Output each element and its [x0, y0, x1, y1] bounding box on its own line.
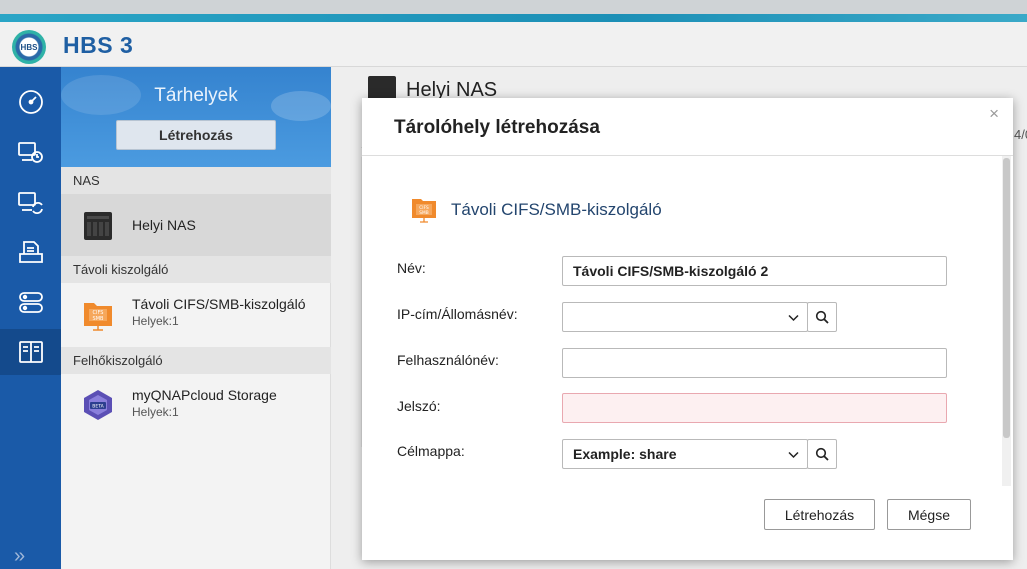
nas-icon	[84, 212, 112, 240]
cifs-smb-icon: CIFS SMB	[84, 303, 112, 331]
entry-name: Távoli CIFS/SMB-kiszolgáló	[132, 296, 306, 312]
svg-text:BETA: BETA	[92, 404, 104, 410]
restore-icon	[18, 241, 43, 263]
rail-item-storage-spaces[interactable]	[0, 329, 61, 375]
dialog-scrollbar-thumb[interactable]	[1003, 158, 1010, 438]
cancel-button[interactable]: Mégse	[887, 499, 971, 530]
entry-name: Helyi NAS	[132, 217, 196, 233]
sync-icon	[17, 192, 43, 214]
rail-item-services[interactable]	[0, 279, 61, 325]
svg-text:SMB: SMB	[93, 316, 104, 322]
close-icon[interactable]: ×	[989, 104, 999, 124]
app-title: HBS 3	[63, 32, 134, 58]
create-storage-button[interactable]: Létrehozás	[116, 120, 276, 150]
host-dropdown[interactable]	[562, 302, 808, 332]
myqnapcloud-icon: BETA	[84, 390, 112, 420]
window-accent-bar	[0, 14, 1027, 22]
create-button[interactable]: Létrehozás	[764, 499, 875, 530]
username-label: Felhasználónév:	[397, 352, 499, 368]
dialog-header: Tárolóhely létrehozása ×	[362, 98, 1013, 156]
username-field[interactable]	[562, 348, 947, 378]
create-storage-dialog: Tárolóhely létrehozása × CIFS SMB Távoli…	[362, 98, 1013, 560]
storage-entry-myqnapcloud[interactable]: BETA myQNAPcloud Storage Helyek:1	[61, 374, 331, 436]
name-field[interactable]	[562, 256, 947, 286]
storage-spaces-icon	[18, 341, 43, 363]
rail-item-dashboard[interactable]	[0, 79, 61, 125]
section-header-remote: Távoli kiszolgáló	[61, 256, 331, 283]
entry-name: myQNAPcloud Storage	[132, 387, 277, 403]
host-label: IP-cím/Állomásnév:	[397, 306, 518, 322]
chevron-down-icon	[788, 451, 799, 459]
expand-rail-icon[interactable]: »	[14, 545, 25, 568]
hbs-logo-icon: HBS	[12, 30, 46, 64]
window-top-strip	[0, 0, 1027, 14]
logo-text: HBS	[20, 42, 38, 52]
section-header-cloud: Felhőkiszolgáló	[61, 347, 331, 374]
rail-item-backup[interactable]	[0, 129, 61, 175]
folder-search-button[interactable]	[807, 439, 837, 469]
storage-spaces-panel: Tárhelyek Létrehozás NAS Helyi NAS Távol…	[61, 67, 331, 569]
folder-label: Célmappa:	[397, 443, 465, 459]
section-header-nas: NAS	[61, 167, 331, 194]
panel-hero: Tárhelyek Létrehozás	[61, 67, 331, 167]
folder-value: Example: share	[573, 446, 677, 462]
folder-dropdown[interactable]: Example: share	[562, 439, 808, 469]
entry-count: Helyek:1	[132, 314, 179, 328]
storage-type-label: Távoli CIFS/SMB-kiszolgáló	[451, 200, 662, 219]
left-rail: »	[0, 67, 61, 569]
rail-item-sync[interactable]	[0, 179, 61, 225]
storage-entry-local-nas[interactable]: Helyi NAS	[61, 194, 331, 256]
dashboard-icon	[18, 90, 43, 114]
password-label: Jelszó:	[397, 398, 441, 414]
entry-count: Helyek:1	[132, 405, 179, 419]
search-icon	[815, 310, 829, 324]
rail-item-restore[interactable]	[0, 229, 61, 275]
search-icon	[815, 447, 829, 461]
services-icon	[18, 292, 43, 313]
backup-icon	[17, 142, 43, 163]
name-label: Név:	[397, 260, 426, 276]
dialog-title: Tárolóhely létrehozása	[394, 117, 600, 138]
app-header: HBS HBS 3	[0, 22, 1027, 67]
cifs-smb-icon: CIFS SMB	[412, 199, 436, 223]
partial-value: 4/0	[1014, 127, 1027, 142]
svg-text:SMB: SMB	[419, 210, 428, 216]
password-field[interactable]	[562, 393, 947, 423]
storage-entry-cifs-smb[interactable]: CIFS SMB Távoli CIFS/SMB-kiszolgáló Hely…	[61, 283, 331, 345]
panel-title: Tárhelyek	[154, 85, 238, 106]
chevron-down-icon	[788, 314, 799, 322]
host-search-button[interactable]	[807, 302, 837, 332]
